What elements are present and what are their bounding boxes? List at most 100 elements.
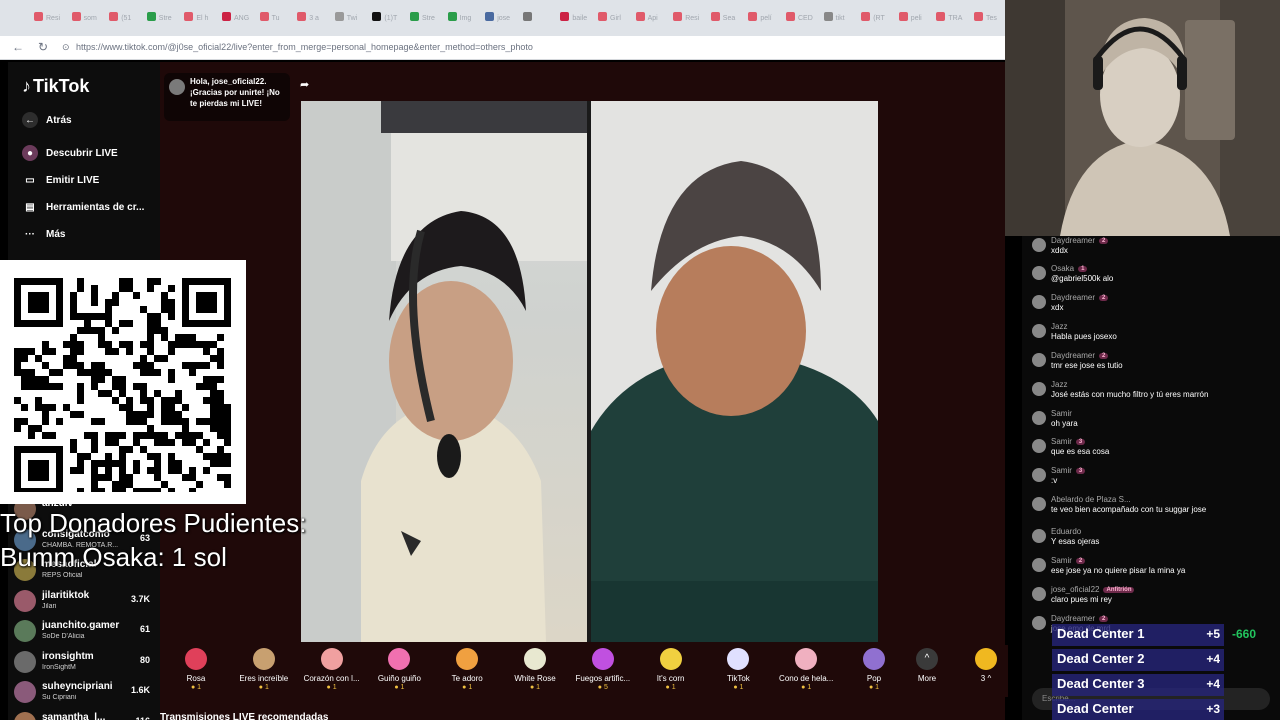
- sidebar-item-back[interactable]: ← Atrás: [22, 112, 72, 128]
- chat-username[interactable]: Osaka 1: [1051, 264, 1088, 273]
- chat-username[interactable]: Daydreamer 2: [1051, 236, 1109, 245]
- browser-tab[interactable]: TRA: [936, 12, 971, 28]
- qr-code-overlay: [0, 260, 246, 504]
- browser-tab[interactable]: Api: [635, 12, 671, 28]
- chat-username-text: Jazz: [1051, 322, 1068, 331]
- chat-username[interactable]: jose_oficial22 Anfitrión: [1051, 585, 1135, 594]
- chat-username[interactable]: Samir 2: [1051, 556, 1086, 565]
- browser-tab[interactable]: Twi: [334, 12, 370, 28]
- browser-tab[interactable]: peli: [898, 12, 934, 28]
- coin-balance[interactable]: 3 ^: [954, 648, 1018, 683]
- gift-item[interactable]: Corazón con l... ● 1: [300, 648, 364, 691]
- tab-label: Tu: [271, 15, 280, 22]
- browser-tab[interactable]: (1)T: [372, 12, 407, 28]
- gift-bar: Rosa ● 1 Eres increíble ● 1 Corazón con l...…: [160, 645, 1008, 697]
- tab-favicon-icon: [710, 12, 720, 21]
- browser-tab[interactable]: pelí: [748, 12, 783, 28]
- browser-tab[interactable]: baile: [560, 12, 595, 28]
- gift-item[interactable]: Eres increíble ● 1: [232, 648, 296, 691]
- gift-more-button[interactable]: ^ More: [895, 648, 959, 683]
- browser-tab[interactable]: Stre: [410, 12, 445, 28]
- gift-item[interactable]: Fuegos artific... ● 5: [571, 648, 635, 691]
- browser-tab[interactable]: tikt: [823, 12, 859, 28]
- browser-tab[interactable]: ANG: [222, 12, 257, 28]
- chat-username[interactable]: Jazz: [1051, 380, 1067, 389]
- gift-item[interactable]: It's corn ● 1: [639, 648, 703, 691]
- chat-username[interactable]: Samir 3: [1051, 466, 1086, 475]
- gift-item[interactable]: TikTok ● 1: [706, 648, 770, 691]
- browser-tab[interactable]: Girl: [598, 12, 633, 28]
- gift-price-value: 1: [807, 684, 812, 691]
- chat-username[interactable]: Abelardo de Plaza S...: [1051, 495, 1131, 504]
- tab-favicon-icon: [146, 12, 156, 21]
- site-info-icon[interactable]: ⊙: [62, 42, 70, 53]
- ranking-row[interactable]: jilaritiktok Jilari 3.7K: [14, 588, 154, 616]
- avatar[interactable]: [1032, 324, 1046, 338]
- browser-tab[interactable]: Resi: [34, 12, 69, 28]
- browser-tab[interactable]: jose: [485, 12, 520, 28]
- chat-username[interactable]: Daydreamer 2: [1051, 351, 1109, 360]
- gift-item[interactable]: White Rose ● 1: [503, 648, 567, 691]
- browser-tab[interactable]: Sea: [710, 12, 746, 28]
- browser-tab[interactable]: [522, 12, 558, 28]
- avatar[interactable]: [1032, 238, 1046, 252]
- share-icon[interactable]: ➦: [300, 78, 309, 91]
- camera-icon: ▭: [25, 174, 35, 186]
- chat-username[interactable]: Jazz: [1051, 322, 1067, 331]
- avatar[interactable]: [1032, 382, 1046, 396]
- chat-username[interactable]: Samir 3: [1051, 437, 1086, 446]
- browser-tab[interactable]: 3 a: [297, 12, 332, 28]
- gift-item[interactable]: Cono de hela... ● 1: [774, 648, 838, 691]
- sidebar-item-go-live[interactable]: ▭ Emitir LIVE: [22, 172, 99, 188]
- tab-favicon-icon: [786, 12, 795, 21]
- gift-item[interactable]: Te adoro ● 1: [435, 648, 499, 691]
- chat-username[interactable]: Daydreamer 2: [1051, 614, 1109, 623]
- live-video[interactable]: [301, 101, 878, 642]
- avatar[interactable]: [1032, 411, 1046, 425]
- avatar[interactable]: [1032, 295, 1046, 309]
- browser-tab[interactable]: Tes: [974, 12, 1009, 28]
- back-icon[interactable]: ←: [12, 40, 24, 54]
- gift-item[interactable]: Rosa ● 1: [164, 648, 228, 691]
- gift-item[interactable]: Guiño guiño ● 1: [367, 648, 431, 691]
- sidebar-item-more[interactable]: ··· Más: [22, 226, 65, 242]
- sidebar-item-discover-live[interactable]: ● Descubrir LIVE: [22, 145, 118, 161]
- chat-username[interactable]: Eduardo: [1051, 527, 1081, 536]
- ranking-row[interactable]: suheyncipriani Su Cipriani 1.6K: [14, 679, 154, 707]
- avatar[interactable]: [1032, 353, 1046, 367]
- level-badge: 2: [1075, 558, 1086, 564]
- chat-username-text: Samir: [1051, 409, 1072, 418]
- chat-username[interactable]: Samir: [1051, 409, 1072, 418]
- avatar[interactable]: [1032, 439, 1046, 453]
- avatar[interactable]: [1032, 529, 1046, 543]
- browser-tab[interactable]: CED: [786, 12, 821, 28]
- browser-tab[interactable]: Tu: [259, 12, 295, 28]
- browser-tab[interactable]: El h: [184, 12, 219, 28]
- chat-username[interactable]: Daydreamer 2: [1051, 293, 1109, 302]
- avatar[interactable]: [1032, 497, 1046, 511]
- avatar[interactable]: [1032, 266, 1046, 280]
- gift-price-value: 1: [875, 684, 880, 691]
- browser-tab[interactable]: (RT: [861, 12, 896, 28]
- browser-tab[interactable]: Stre: [146, 12, 182, 28]
- browser-tab[interactable]: (51: [109, 12, 144, 28]
- avatar[interactable]: [1032, 587, 1046, 601]
- avatar[interactable]: [1032, 616, 1046, 630]
- qr-code-icon: [14, 278, 231, 492]
- ranking-row[interactable]: samantha_l...SAMANTHA LONG116: [14, 710, 154, 720]
- ranking-row[interactable]: juanchito.gamer SoDe D'Alicia 61: [14, 618, 154, 646]
- browser-tab[interactable]: Resi: [673, 12, 708, 28]
- dead-center-value: +4: [1206, 677, 1220, 691]
- url-field[interactable]: https://www.tiktok.com/@j0se_oficial22/l…: [76, 42, 533, 52]
- reload-icon[interactable]: ↻: [38, 40, 48, 54]
- sidebar-item-creator-tools[interactable]: ▤ Herramientas de cr...: [22, 199, 144, 215]
- browser-tab[interactable]: som: [71, 12, 107, 28]
- tiktok-logo[interactable]: ♪ TikTok: [22, 76, 89, 97]
- browser-tab[interactable]: Img: [447, 12, 483, 28]
- tab-label: ANG: [234, 15, 250, 22]
- ranking-row[interactable]: ironsightm IronSightM 80: [14, 649, 154, 677]
- tab-favicon-icon: [861, 12, 871, 21]
- coin-count-value: 3: [980, 674, 986, 683]
- avatar[interactable]: [1032, 468, 1046, 482]
- avatar[interactable]: [1032, 558, 1046, 572]
